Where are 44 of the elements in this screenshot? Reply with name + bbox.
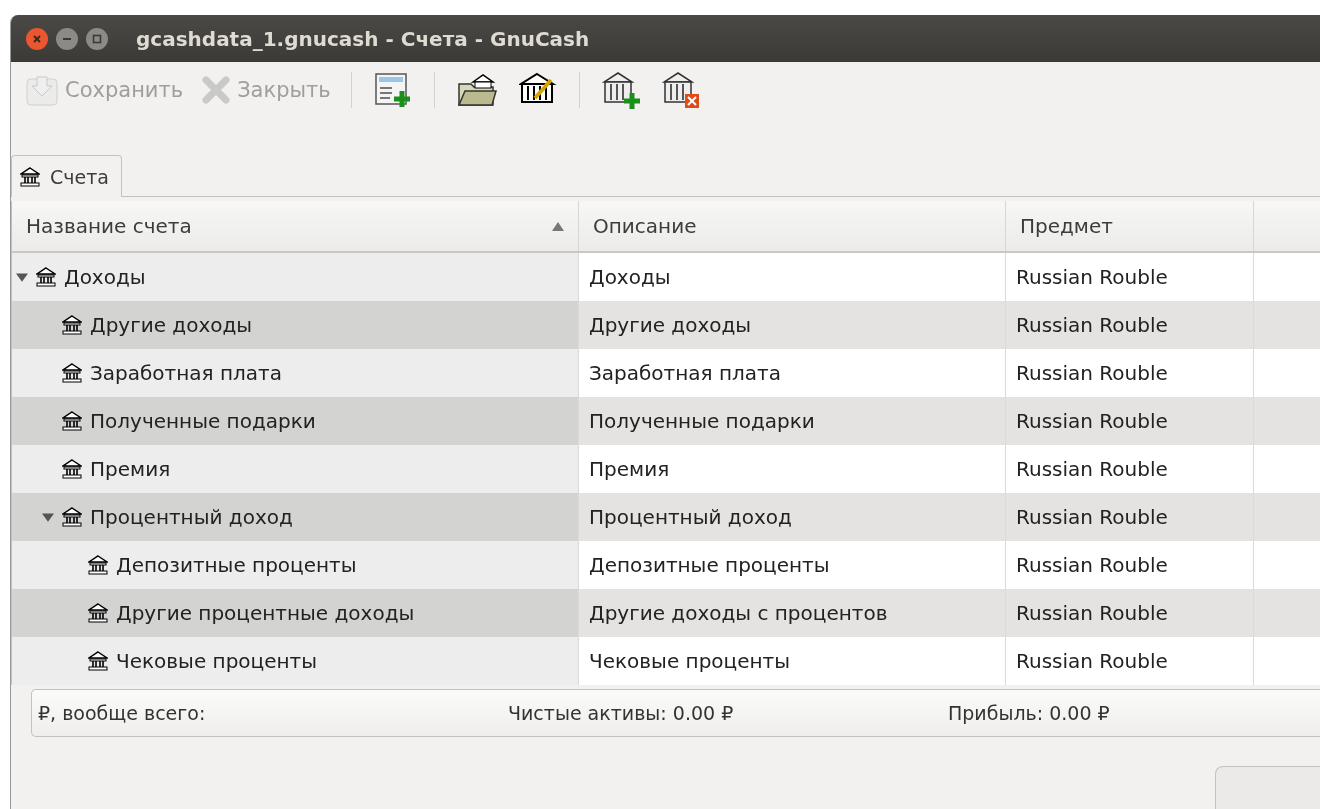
description-cell: Полученные подарки [579,397,1006,445]
account-icon [62,411,82,431]
commodity-cell: Russian Rouble [1006,301,1254,349]
account-name[interactable]: Доходы [64,265,146,289]
summary-label: ₽, вообще всего: [38,702,207,724]
window-title: gcashdata_1.gnucash - Счета - GnuCash [136,26,590,51]
account-icon [62,507,82,527]
column-header[interactable]: Описание [579,201,1006,251]
account-icon [88,651,108,671]
minimize-button[interactable] [56,27,78,50]
account-name[interactable]: Другие доходы [90,313,253,337]
account-icon [62,315,82,335]
bank-icon [20,166,40,187]
commodity-cell: Russian Rouble [1006,637,1254,685]
close-button[interactable] [26,27,48,50]
account-icon [62,363,82,383]
account-icon [88,555,108,575]
close-icon [201,75,232,105]
description-cell: Другие доходы с процентов [579,589,1006,637]
account-name[interactable]: Полученные подарки [90,409,316,433]
account-name[interactable]: Премия [90,457,171,481]
net-assets-text: Чистые активы: 0.00 ₽ [508,702,735,724]
save-icon [25,73,59,107]
commodity-cell: Russian Rouble [1006,397,1254,445]
account-name[interactable]: Процентный доход [90,505,293,529]
close-icon [32,33,42,44]
profit-text: Прибыль: 0.00 ₽ [948,702,1111,724]
maximize-button[interactable] [86,27,108,50]
account-name[interactable]: Заработная плата [90,361,282,385]
commodity-cell: Russian Rouble [1006,493,1254,541]
account-icon [88,603,108,623]
description-cell: Процентный доход [579,493,1006,541]
expander-icon[interactable] [16,271,28,283]
expander-icon[interactable] [42,511,54,523]
account-name[interactable]: Чековые проценты [116,649,317,673]
column-header[interactable]: Предмет [1006,201,1254,251]
accounts-tab[interactable]: Счета [11,155,122,197]
description-cell: Чековые проценты [579,637,1006,685]
description-cell: Другие доходы [579,301,1006,349]
column-header[interactable]: Название счета [12,201,579,251]
maximize-icon [92,33,102,44]
account-icon [36,267,56,287]
commodity-cell: Russian Rouble [1006,589,1254,637]
account-icon [62,459,82,479]
